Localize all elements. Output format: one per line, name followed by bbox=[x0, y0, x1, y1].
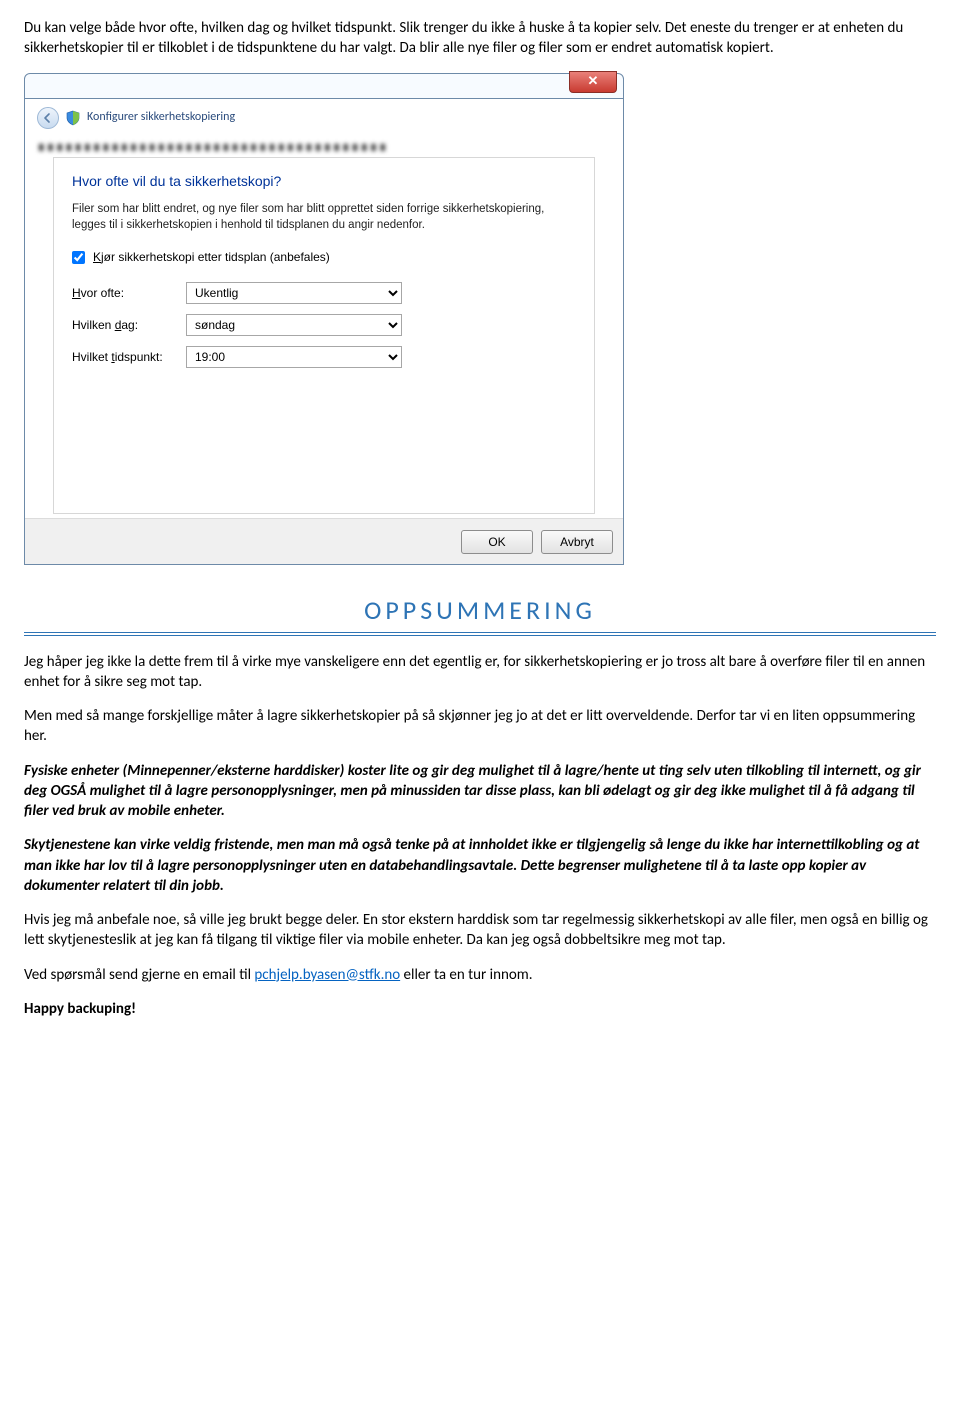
label-rest: ag: bbox=[121, 318, 138, 332]
blurred-subtitle: ▖▖▖▖▖▖▖▖▖▖▖▖▖▖▖▖▖▖▖▖▖▖▖▖▖▖▖▖▖▖▖▖▖▖▖▖▖▖ bbox=[25, 135, 623, 159]
row-which-time: Hvilket tidspunkt: 19:00 bbox=[72, 346, 576, 368]
label-pre: Hvilken bbox=[72, 318, 115, 332]
summary-p5: Hvis jeg må anbefale noe, så ville jeg b… bbox=[24, 910, 936, 951]
which-time-label: Hvilket tidspunkt: bbox=[72, 349, 178, 365]
summary-p6: Ved spørsmål send gjerne en email til pc… bbox=[24, 965, 936, 985]
arrow-left-icon bbox=[42, 112, 54, 124]
dialog-inset-panel: Hvor ofte vil du ta sikkerhetskopi? File… bbox=[53, 157, 595, 514]
p6-pre: Ved spørsmål send gjerne en email til bbox=[24, 966, 254, 984]
row-which-day: Hvilken dag: søndag bbox=[72, 314, 576, 336]
summary-p1: Jeg håper jeg ikke la dette frem til å v… bbox=[24, 652, 936, 693]
summary-divider bbox=[24, 632, 936, 636]
checkbox-label-text: jør sikkerhetskopi etter tidsplan (anbef… bbox=[101, 250, 330, 264]
breadcrumb-text: Konfigurer sikkerhetskopiering bbox=[87, 109, 235, 125]
schedule-checkbox-row: Kjør sikkerhetskopi etter tidsplan (anbe… bbox=[72, 249, 576, 265]
row-how-often: Hvor ofte: Ukentlig bbox=[72, 282, 576, 304]
how-often-label: Hvor ofte: bbox=[72, 285, 178, 301]
p6-post: eller ta en tur innom. bbox=[400, 966, 532, 984]
intro-paragraph: Du kan velge både hvor ofte, hvilken dag… bbox=[24, 18, 936, 59]
schedule-checkbox[interactable] bbox=[72, 251, 85, 264]
accel-letter: K bbox=[93, 250, 101, 264]
dialog-bottom-bar: OK Avbryt bbox=[25, 518, 623, 564]
email-link[interactable]: pchjelp.byasen@stfk.no bbox=[254, 966, 400, 984]
label-rest: idspunkt: bbox=[115, 350, 163, 364]
schedule-checkbox-label: Kjør sikkerhetskopi etter tidsplan (anbe… bbox=[93, 249, 330, 265]
close-icon[interactable]: ✕ bbox=[569, 71, 617, 93]
dialog-screenshot: ✕ Konfigurer sikkerhetskopiering ▖▖▖▖▖▖▖… bbox=[24, 73, 624, 565]
how-often-select[interactable]: Ukentlig bbox=[186, 282, 402, 304]
which-time-select[interactable]: 19:00 bbox=[186, 346, 402, 368]
dialog-question: Hvor ofte vil du ta sikkerhetskopi? bbox=[72, 172, 576, 191]
summary-p4: Skytjenestene kan virke veldig fristende… bbox=[24, 835, 936, 896]
label-pre: Hvilket bbox=[72, 350, 111, 364]
summary-p2: Men med så mange forskjellige måter å la… bbox=[24, 706, 936, 747]
cancel-button[interactable]: Avbryt bbox=[541, 530, 613, 554]
label-rest: vor ofte: bbox=[81, 286, 124, 300]
dialog-breadcrumb: Konfigurer sikkerhetskopiering bbox=[25, 99, 623, 135]
accel-letter: H bbox=[72, 286, 81, 300]
summary-heading: OPPSUMMERING bbox=[24, 593, 936, 628]
dialog-titlebar: ✕ bbox=[24, 73, 624, 99]
summary-p3: Fysiske enheter (Minnepenner/eksterne ha… bbox=[24, 761, 936, 822]
shield-icon bbox=[65, 110, 81, 126]
back-arrow-icon[interactable] bbox=[37, 107, 59, 129]
which-day-select[interactable]: søndag bbox=[186, 314, 402, 336]
dialog-body: Konfigurer sikkerhetskopiering ▖▖▖▖▖▖▖▖▖… bbox=[24, 99, 624, 565]
which-day-label: Hvilken dag: bbox=[72, 317, 178, 333]
dialog-description: Filer som har blitt endret, og nye filer… bbox=[72, 202, 576, 233]
ok-button[interactable]: OK bbox=[461, 530, 533, 554]
happy-backuping: Happy backuping! bbox=[24, 999, 936, 1019]
